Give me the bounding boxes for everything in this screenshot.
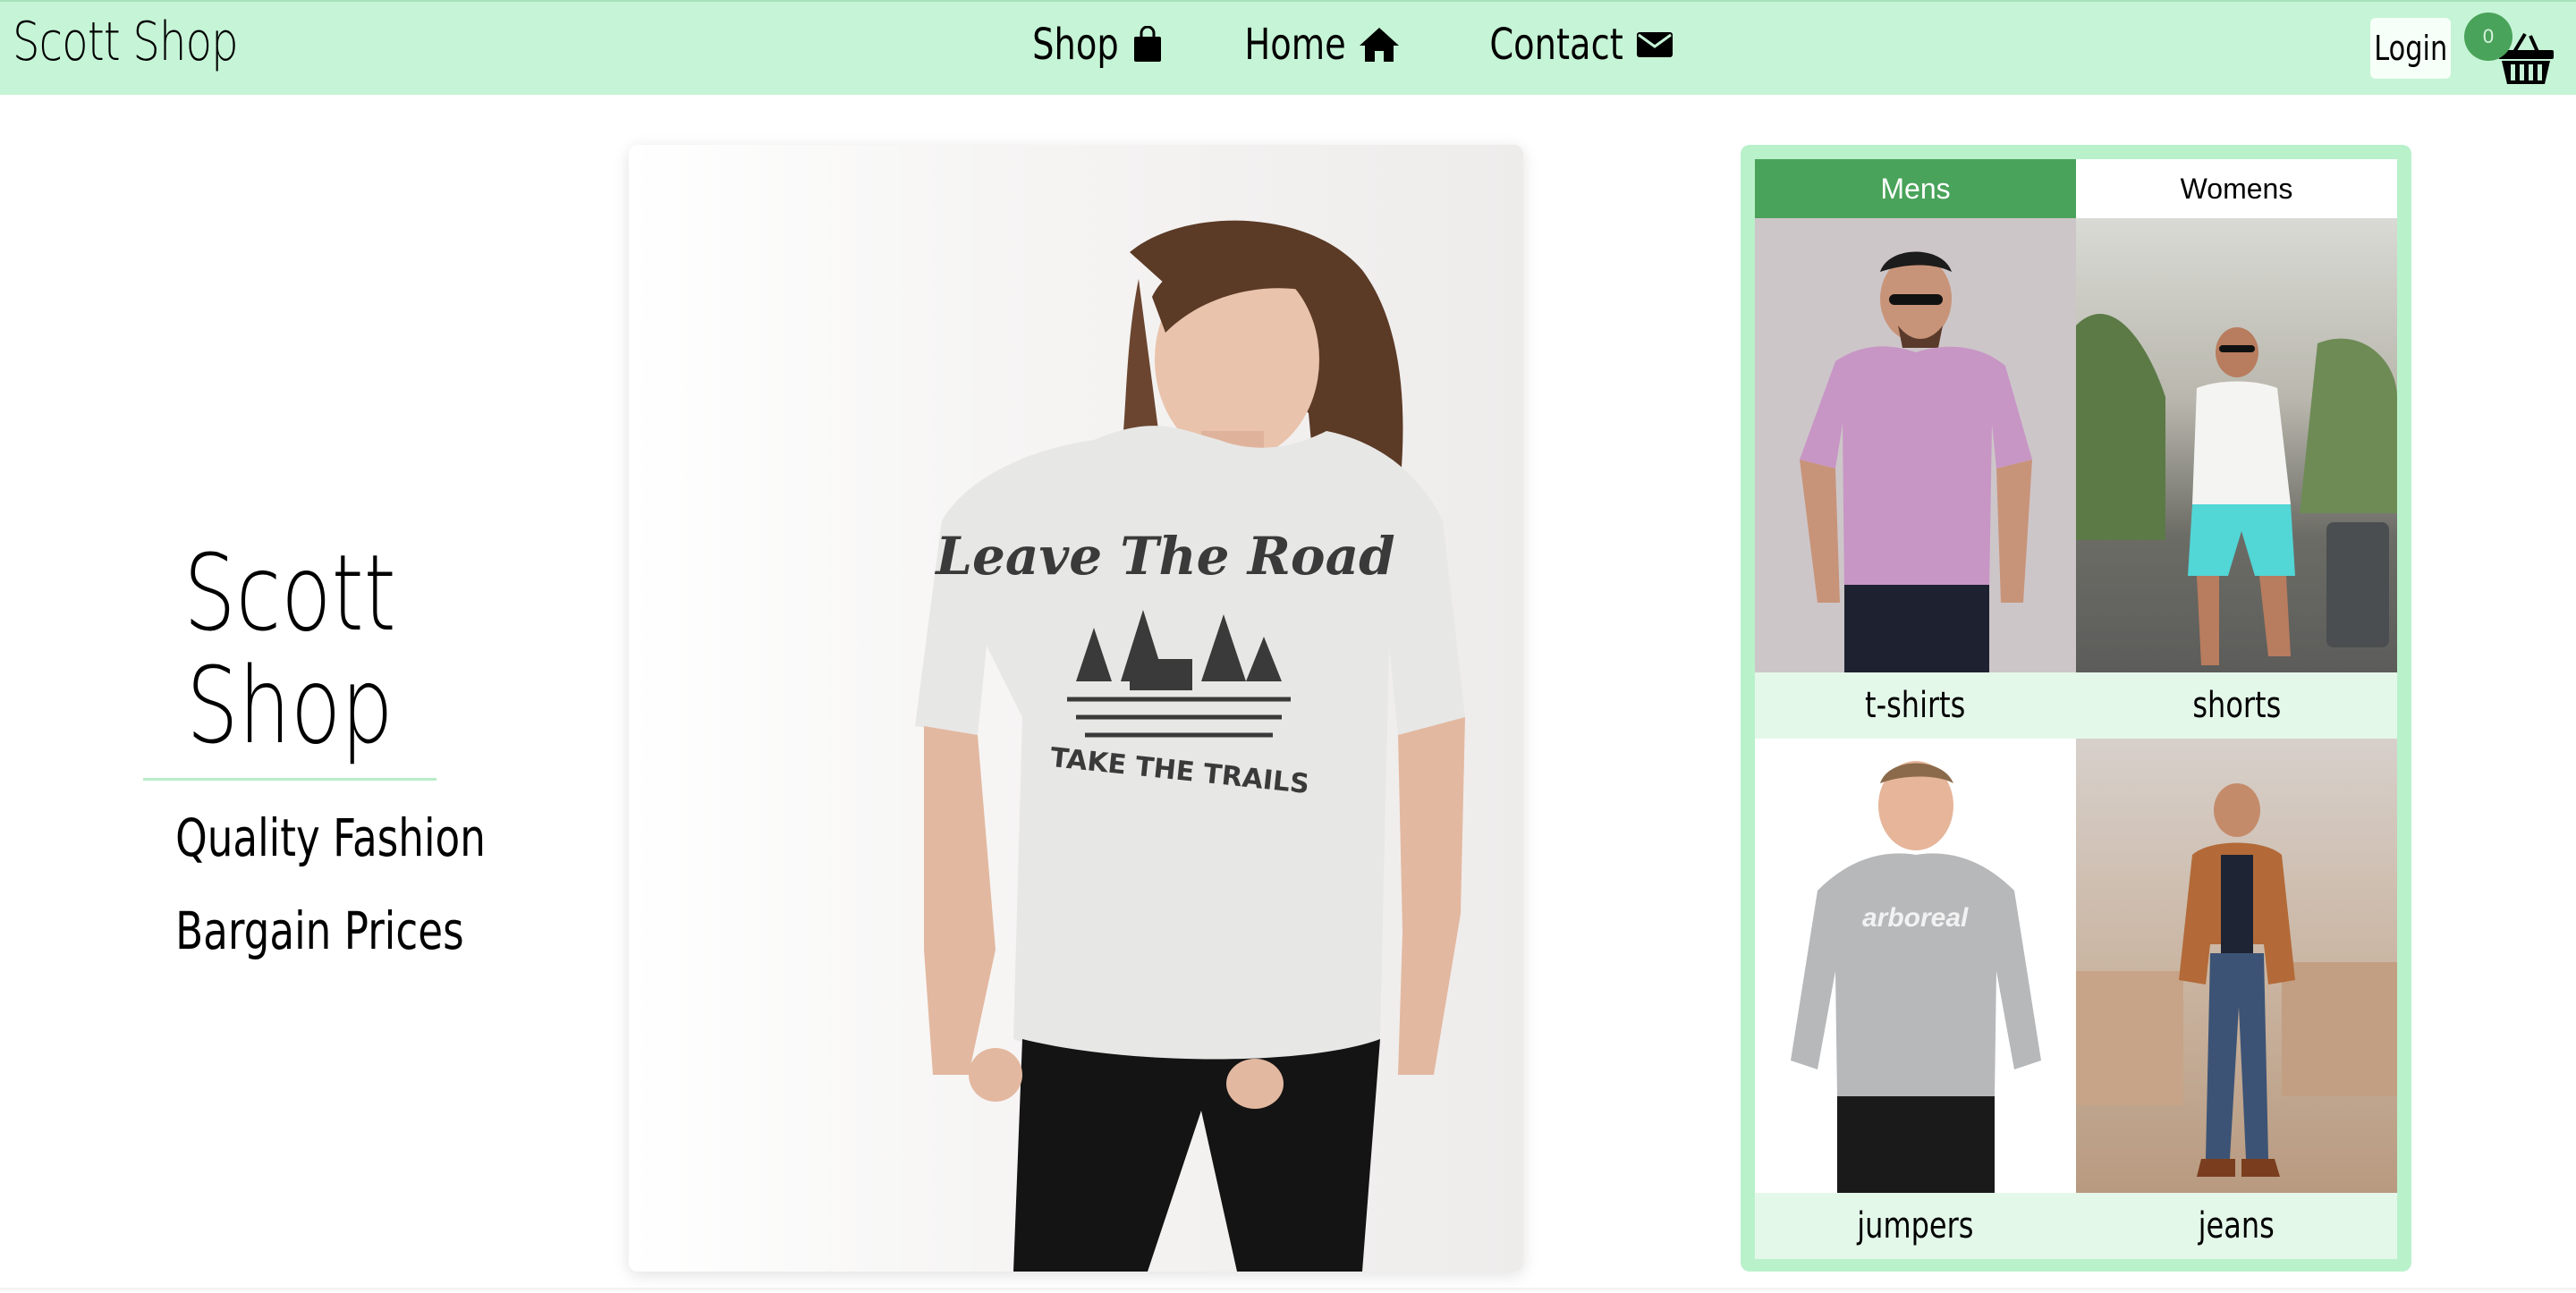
envelope-icon [1636, 30, 1674, 59]
hero-tagline-1: Quality Fashion [175, 807, 486, 868]
category-label-shorts: shorts [2076, 672, 2397, 739]
brand-logo[interactable]: Scott Shop [13, 11, 239, 73]
category-image-jumpers: arboreal [1755, 739, 2076, 1193]
nav-home-label: Home [1244, 20, 1346, 70]
nav-shop-label: Shop [1032, 20, 1119, 70]
tab-womens[interactable]: Womens [2076, 159, 2397, 218]
category-label-tshirts: t-shirts [1755, 672, 2076, 739]
nav-contact-label: Contact [1489, 20, 1624, 70]
home-icon [1358, 26, 1401, 63]
tab-mens[interactable]: Mens [1755, 159, 2076, 218]
hero-text: Scott Shop Quality Fashion Bargain Price… [143, 531, 486, 977]
page-bottom-edge [0, 1288, 2576, 1293]
nav-home-link[interactable]: Home [1219, 20, 1402, 70]
gender-tabs: Mens Womens [1755, 159, 2397, 218]
jumper-print: arboreal [1862, 903, 1969, 933]
category-image-tshirts [1755, 218, 2076, 672]
navbar: Scott Shop Shop Home Contact Login 0 [0, 0, 2576, 95]
category-card-jeans[interactable]: jeans [2076, 739, 2397, 1259]
cart-button[interactable]: 0 [2464, 13, 2563, 84]
cart-count-badge: 0 [2464, 13, 2512, 61]
hero-title-line2: Shop [186, 644, 394, 767]
hero-title-line1: Scott [183, 531, 396, 655]
hero-divider [143, 778, 436, 781]
shopping-bag-icon [1131, 26, 1164, 63]
nav-shop-link[interactable]: Shop [1011, 20, 1164, 70]
category-label-jumpers: jumpers [1755, 1193, 2076, 1259]
category-card-jumpers[interactable]: arboreal jumpers [1755, 739, 2076, 1259]
category-grid: t-shirts shorts arboreal jumpers jeans [1755, 218, 2397, 1259]
nav-contact-link[interactable]: Contact [1456, 20, 1674, 70]
nav-links: Shop Home Contact [1011, 20, 1674, 70]
category-card-shorts[interactable]: shorts [2076, 218, 2397, 739]
login-button[interactable]: Login [2370, 18, 2451, 79]
shirt-print-top: Leave The Road [934, 526, 1395, 587]
category-image-shorts [2076, 218, 2397, 672]
hero-photo: Leave The Road TAKE THE TRAILS [629, 145, 1523, 1272]
login-label: Login [2374, 29, 2448, 68]
category-image-jeans [2076, 739, 2397, 1193]
category-label-jeans: jeans [2076, 1193, 2397, 1259]
category-card-tshirts[interactable]: t-shirts [1755, 218, 2076, 739]
category-panel: Mens Womens t-shirts shorts arboreal jum… [1741, 145, 2411, 1272]
hero-tagline-2: Bargain Prices [175, 900, 464, 961]
